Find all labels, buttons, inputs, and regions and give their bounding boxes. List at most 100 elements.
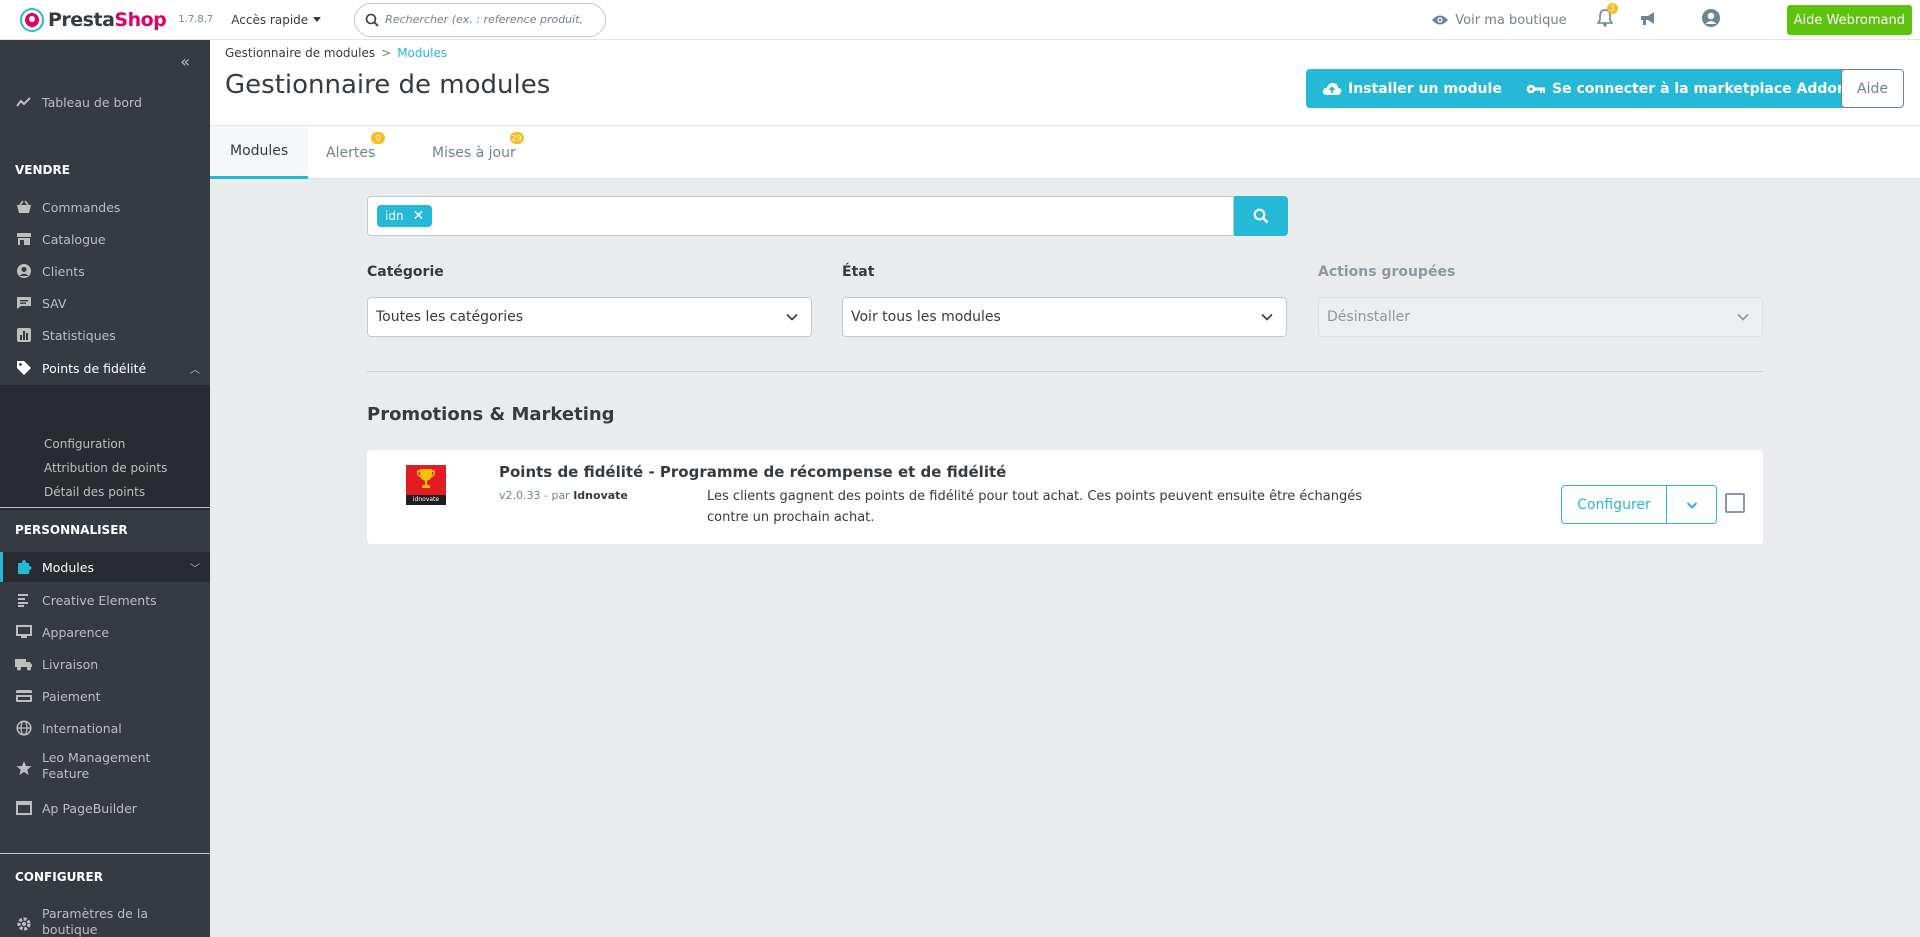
sidebar-nav: « Tableau de bord VENDRE Commandes Catal… xyxy=(0,40,210,937)
chevron-down-icon xyxy=(1686,501,1697,509)
submenu-configuration[interactable]: Configuration xyxy=(44,437,125,451)
store-icon xyxy=(15,230,33,248)
module-actions-dropdown[interactable] xyxy=(1667,485,1717,524)
configure-button[interactable]: Configurer xyxy=(1561,485,1667,524)
tab-modules[interactable]: Modules xyxy=(210,126,309,179)
sidebar-item-orders[interactable]: Commandes xyxy=(0,197,210,217)
basket-icon xyxy=(15,198,33,216)
bulk-actions-value: Désinstaller xyxy=(1327,309,1410,325)
module-description: Les clients gagnent des points de fidéli… xyxy=(707,489,1362,525)
sidebar-item-appearance[interactable]: Apparence xyxy=(0,622,210,642)
breadcrumb-parent[interactable]: Gestionnaire de modules xyxy=(225,46,375,60)
gear-icon xyxy=(15,915,33,933)
connect-addons-button[interactable]: Se connecter à la marketplace Addons xyxy=(1510,69,1872,108)
state-select[interactable]: Voir tous les modules xyxy=(842,297,1287,337)
cloud-upload-icon xyxy=(1322,82,1342,96)
collapse-sidebar-icon[interactable]: « xyxy=(180,52,190,71)
sidebar-divider xyxy=(0,853,210,854)
chevron-down-icon xyxy=(1261,313,1273,321)
module-name: Points de fidélité - Programme de récomp… xyxy=(499,463,1007,481)
puzzle-icon xyxy=(15,558,33,576)
key-icon xyxy=(1526,83,1546,95)
sidebar-item-label: Apparence xyxy=(42,624,110,640)
install-module-label: Installer un module xyxy=(1348,80,1502,97)
help-webromand-button[interactable]: Aide Webromand xyxy=(1786,5,1912,35)
eye-icon xyxy=(1432,15,1449,25)
megaphone-icon xyxy=(1640,12,1654,25)
sidebar-item-loyalty[interactable]: Points de fidélité ︿ xyxy=(0,351,210,385)
tabs-bar: Modules Alertes 0 Mises à jour 29 xyxy=(210,125,1920,179)
bar-chart-icon xyxy=(15,326,33,344)
caret-down-icon xyxy=(313,17,322,22)
sidebar-item-label: Tableau de bord xyxy=(42,94,142,110)
breadcrumb-current[interactable]: Modules xyxy=(397,46,447,60)
help-button[interactable]: Aide xyxy=(1841,69,1904,108)
submenu-points-detail[interactable]: Détail des points xyxy=(44,485,145,499)
prestashop-logo[interactable]: PrestaShop xyxy=(20,7,167,32)
sidebar-section-configure: CONFIGURER xyxy=(15,870,103,884)
sidebar-item-ap-pagebuilder[interactable]: Ap PageBuilder xyxy=(0,798,210,818)
chevron-down-icon xyxy=(786,313,798,321)
sidebar-item-shipping[interactable]: Livraison xyxy=(0,654,210,674)
module-search-button[interactable] xyxy=(1234,196,1288,236)
chat-icon xyxy=(15,294,33,312)
sidebar-item-payment[interactable]: Paiement xyxy=(0,686,210,706)
trophy-icon xyxy=(417,469,435,488)
search-icon xyxy=(365,13,379,27)
sidebar-item-international[interactable]: International xyxy=(0,718,210,738)
sidebar-item-modules[interactable]: Modules ﹀ xyxy=(0,552,210,582)
sidebar-section-sell: VENDRE xyxy=(15,163,70,177)
state-select-value: Voir tous les modules xyxy=(851,309,1001,325)
bulk-actions-select: Désinstaller xyxy=(1318,297,1763,337)
tab-label: Mises à jour xyxy=(432,144,516,161)
sidebar-item-label: Commandes xyxy=(42,199,121,215)
sidebar-item-label: Catalogue xyxy=(42,231,106,247)
notifications-badge: 3 xyxy=(1606,3,1618,14)
view-shop-label: Voir ma boutique xyxy=(1455,12,1567,28)
sidebar-item-creative-elements[interactable]: Creative Elements xyxy=(0,590,210,610)
module-author: Idnovate xyxy=(573,489,628,502)
search-tag[interactable]: idn ✕ xyxy=(377,205,433,227)
module-select-checkbox[interactable] xyxy=(1725,493,1745,513)
notifications-button[interactable]: 3 xyxy=(1596,3,1618,31)
module-version: v2.0.33 - par xyxy=(499,489,570,502)
sidebar-item-dashboard[interactable]: Tableau de bord xyxy=(0,92,210,112)
quick-access-dropdown[interactable]: Accès rapide xyxy=(231,12,322,27)
sidebar-item-sav[interactable]: SAV xyxy=(0,293,210,313)
sidebar-item-label-line1: Paramètres de la xyxy=(42,906,148,921)
close-icon[interactable]: ✕ xyxy=(413,208,425,224)
tab-updates[interactable]: Mises à jour 29 xyxy=(412,126,536,179)
header-right-tools: Voir ma boutique 3 Aide Webromand xyxy=(1431,0,1920,40)
module-search-input[interactable]: idn ✕ xyxy=(367,196,1234,236)
tab-label: Modules xyxy=(230,143,289,159)
sidebar-item-customers[interactable]: Clients xyxy=(0,261,210,281)
header-search-placeholder: Rechercher (ex. : reference produit, no xyxy=(385,13,586,26)
module-logo: idnovate xyxy=(406,465,446,505)
tag-icon xyxy=(15,359,33,377)
sidebar-item-label: Clients xyxy=(42,263,85,279)
sidebar-item-stats[interactable]: Statistiques xyxy=(0,325,210,345)
category-section-title: Promotions & Marketing xyxy=(367,404,615,425)
view-shop-link[interactable]: Voir ma boutique xyxy=(1431,12,1567,28)
align-left-icon xyxy=(15,591,33,609)
header-search-input[interactable]: Rechercher (ex. : reference produit, no xyxy=(354,2,607,37)
logo-text-part1: Presta xyxy=(48,8,115,31)
logo-text: PrestaShop xyxy=(48,8,167,31)
tab-alerts[interactable]: Alertes 0 xyxy=(306,126,395,179)
category-select[interactable]: Toutes les catégories xyxy=(367,297,812,337)
sidebar-item-catalog[interactable]: Catalogue xyxy=(0,229,210,249)
section-divider xyxy=(367,371,1763,372)
news-button[interactable] xyxy=(1639,10,1657,30)
sidebar-item-label: Ap PageBuilder xyxy=(42,800,137,816)
category-label: Catégorie xyxy=(367,264,444,280)
sidebar-divider xyxy=(0,507,210,508)
quick-access-label: Accès rapide xyxy=(231,12,309,27)
sidebar-item-leo-management[interactable]: Leo Management Feature xyxy=(0,750,210,786)
sidebar-item-label-line2: Feature xyxy=(42,766,90,781)
account-button[interactable] xyxy=(1701,8,1721,32)
install-module-button[interactable]: Installer un module xyxy=(1306,69,1518,108)
page-header: Gestionnaire de modules > Modules Gestionn… xyxy=(210,40,1920,125)
sidebar-item-shop-parameters[interactable]: Paramètres de la boutique xyxy=(0,906,210,937)
user-circle-icon xyxy=(1701,9,1720,27)
submenu-points-attribution[interactable]: Attribution de points xyxy=(44,461,167,475)
